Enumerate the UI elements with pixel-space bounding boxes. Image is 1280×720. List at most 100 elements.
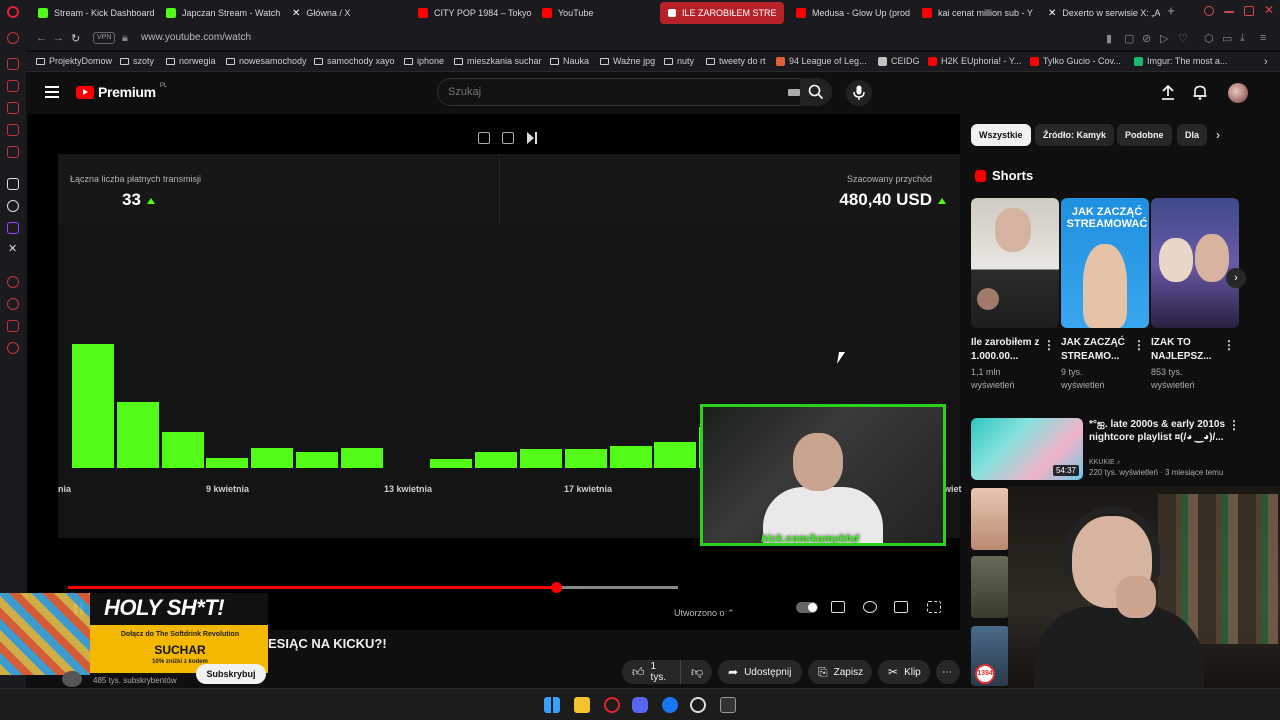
- short-title[interactable]: IZAK TO NAJLEPSZ...: [1151, 336, 1225, 364]
- sponsor-ad-overlay[interactable]: HOLY SH*T! Dołącz do The Softdrink Revol…: [0, 593, 270, 675]
- bookmark-folder[interactable]: nuty: [664, 56, 694, 66]
- bookmark-folder[interactable]: tweety do rt: [706, 56, 766, 66]
- opera-logo-icon[interactable]: [7, 6, 19, 18]
- share-button[interactable]: ➦ Udostępnij: [718, 660, 802, 684]
- reload-page-icon[interactable]: ↻: [71, 32, 80, 45]
- new-tab-button[interactable]: +: [1164, 4, 1178, 18]
- tab-dexerto[interactable]: ✕ Dexerto w serwisie X: „A: [1040, 2, 1160, 24]
- short-title[interactable]: JAK ZACZĄĆ STREAMO...: [1061, 336, 1135, 364]
- tab-youtube[interactable]: YouTube: [534, 2, 656, 24]
- minimize-icon[interactable]: [1224, 11, 1234, 13]
- short-thumbnail[interactable]: JAK ZACZĄĆ STREAMOWAĆ: [1061, 198, 1149, 328]
- bookmark-folder[interactable]: szoty: [120, 56, 154, 66]
- bookmark-site[interactable]: Imgur: The most a...: [1134, 56, 1227, 66]
- short-menu-icon[interactable]: ⋮: [1133, 338, 1145, 352]
- exit-icon[interactable]: [502, 132, 514, 144]
- terminal-icon[interactable]: [720, 697, 736, 713]
- download-icon[interactable]: ⤓: [1240, 32, 1245, 45]
- opera-icon[interactable]: [604, 697, 620, 713]
- sidebar-photo-icon[interactable]: [7, 80, 19, 92]
- upload-icon[interactable]: [1160, 84, 1176, 100]
- bookmark-folder[interactable]: Ważne jpg: [600, 56, 655, 66]
- subtitles-icon[interactable]: [831, 601, 845, 613]
- shorts-next-button[interactable]: ›: [1226, 268, 1246, 288]
- chip-source[interactable]: Źródło: Kamyk: [1035, 124, 1115, 146]
- search-input[interactable]: [448, 86, 768, 98]
- tab-city-pop[interactable]: CITY POP 1984 – Tokyo: [410, 2, 532, 24]
- snapshot-icon[interactable]: ▢: [1124, 32, 1134, 45]
- autoplay-toggle[interactable]: [796, 602, 818, 613]
- windows-start-icon[interactable]: [544, 697, 560, 713]
- recommended-channel[interactable]: KKUKIE ♪: [1089, 459, 1223, 466]
- bookmark-folder[interactable]: Nauka: [550, 56, 589, 66]
- short-menu-icon[interactable]: ⋮: [1043, 338, 1055, 352]
- sidebar-messenger-icon[interactable]: [7, 58, 19, 70]
- tab-ile-zarobilem[interactable]: ILE ZAROBIŁEM STRE: [660, 2, 784, 24]
- bookmark-folder[interactable]: samochody xayo: [314, 56, 395, 66]
- chevron-right-icon[interactable]: ›: [1216, 128, 1220, 142]
- forward-icon[interactable]: →: [53, 32, 64, 44]
- short-title[interactable]: Ile zarobiłem z 1.000.00...: [971, 336, 1045, 364]
- progress-scrubber[interactable]: [551, 582, 562, 593]
- hamburger-menu-icon[interactable]: [45, 86, 59, 98]
- chip-all[interactable]: Wszystkie: [971, 124, 1031, 146]
- bookmark-folder[interactable]: mieszkania suchar: [454, 56, 542, 66]
- sidebar-aria-icon[interactable]: [7, 178, 19, 190]
- sidebar-wallet-icon[interactable]: [7, 102, 19, 114]
- bookmark-icon[interactable]: ▮: [1106, 32, 1112, 45]
- tab-x-home[interactable]: ✕ Główna / X: [284, 2, 408, 24]
- tab-medusa[interactable]: Medusa - Glow Up (prod: [788, 2, 910, 24]
- bookmark-folder[interactable]: iphone: [404, 56, 444, 66]
- recommended-video-title[interactable]: *°ஐ. late 2000s & early 2010s nightcore …: [1089, 418, 1229, 444]
- miniplayer-icon[interactable]: [478, 132, 490, 144]
- bookmark-folder[interactable]: norwegia: [166, 56, 216, 66]
- like-button[interactable]: 👍︎ 1 tys.: [622, 660, 680, 684]
- maximize-icon[interactable]: [1244, 6, 1254, 16]
- theater-mode-icon[interactable]: [894, 601, 908, 613]
- search-tabs-icon[interactable]: [1204, 6, 1214, 16]
- back-icon[interactable]: ←: [36, 32, 47, 44]
- sidebar-chatgpt-icon[interactable]: [7, 200, 19, 212]
- sidebar-history-icon[interactable]: [7, 276, 19, 288]
- search-box[interactable]: [437, 78, 811, 106]
- sidebar-x-icon[interactable]: ✕: [8, 242, 17, 255]
- wallet-icon[interactable]: ▭: [1222, 32, 1232, 45]
- menu-icon[interactable]: ≡: [1260, 32, 1266, 44]
- bookmark-folder[interactable]: nowesamochody: [226, 56, 307, 66]
- tab-kick-dashboard[interactable]: Stream - Kick Dashboard: [30, 2, 156, 24]
- facebook-icon[interactable]: [662, 697, 678, 713]
- more-actions-button[interactable]: ⋯: [936, 660, 960, 684]
- skip-next-icon[interactable]: [526, 132, 538, 144]
- discord-icon[interactable]: [632, 697, 648, 713]
- heart-icon[interactable]: ♡: [1178, 32, 1188, 45]
- chip-related[interactable]: Podobne: [1117, 124, 1172, 146]
- youtube-premium-logo[interactable]: Premium PL: [76, 83, 167, 100]
- subscribe-button[interactable]: Subskrybuj: [196, 664, 266, 684]
- fullscreen-icon[interactable]: [927, 601, 941, 613]
- video-player[interactable]: Łączna liczba płatnych transmisji 33 Sza…: [28, 114, 962, 630]
- short-thumbnail[interactable]: [1151, 198, 1239, 328]
- bookmark-folder[interactable]: ProjektyDomow: [36, 56, 112, 66]
- tab-kai-cenat[interactable]: kai cenat million sub - Y: [914, 2, 1038, 24]
- bookmark-site[interactable]: Tylko Gucio - Cov...: [1030, 56, 1121, 66]
- bookmark-site[interactable]: 94 League of Leg...: [776, 56, 867, 66]
- sidebar-extensions-icon[interactable]: [7, 320, 19, 332]
- notifications-bell-icon[interactable]: [1192, 84, 1208, 100]
- recommended-video-thumbnail[interactable]: 54:37: [971, 418, 1083, 480]
- recommended-menu-icon[interactable]: ⋮: [1228, 418, 1240, 432]
- save-button[interactable]: ⎘ Zapisz: [808, 660, 872, 684]
- dislike-button[interactable]: 👎︎: [680, 660, 712, 684]
- video-progress-bar[interactable]: [68, 582, 678, 593]
- account-avatar[interactable]: [1228, 83, 1248, 103]
- recommended-video-thumbnail[interactable]: [971, 556, 1009, 618]
- adblock-icon[interactable]: ⊘: [1142, 32, 1151, 45]
- sidebar-instagram-icon[interactable]: [7, 124, 19, 136]
- short-menu-icon[interactable]: ⋮: [1223, 338, 1235, 352]
- search-button[interactable]: [800, 78, 832, 106]
- extensions-icon[interactable]: ⬡: [1204, 32, 1214, 45]
- tab-japczan-stream[interactable]: Japczan Stream - Watch: [158, 2, 280, 24]
- voice-search-button[interactable]: [846, 80, 872, 106]
- short-thumbnail[interactable]: [971, 198, 1059, 328]
- clip-button[interactable]: ✂ Klip: [878, 660, 930, 684]
- sidebar-settings-icon[interactable]: [7, 342, 19, 354]
